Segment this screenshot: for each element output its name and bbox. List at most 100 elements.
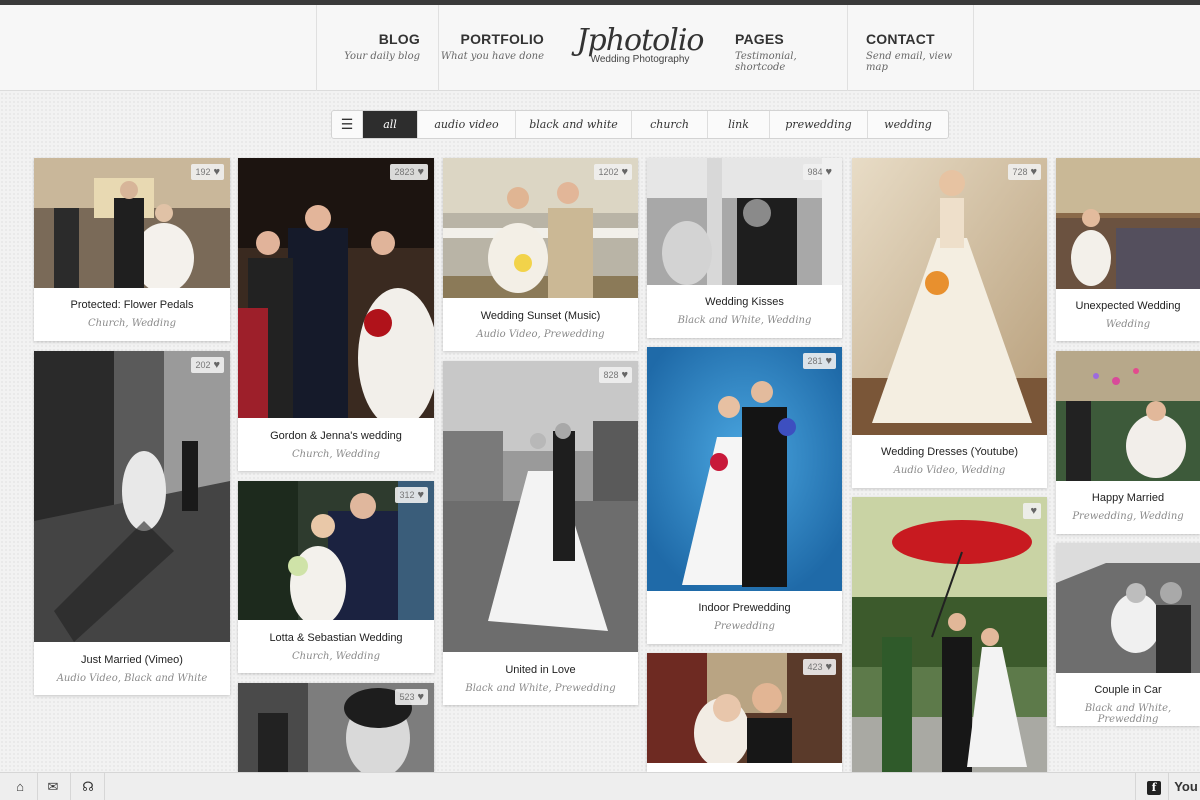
nav-portfolio-title: PORTFOLIO (460, 31, 544, 47)
nav-pages[interactable]: PAGES Testimonial, shortcode (717, 5, 847, 91)
card-title[interactable]: Indoor Prewedding (647, 602, 842, 614)
portfolio-card-bw-woman[interactable]: 523 ♥ (238, 683, 434, 772)
card-categories[interactable]: Audio Video, Wedding (852, 465, 1047, 476)
card-image[interactable] (1056, 351, 1200, 481)
card-caption: Wedding Sunset (Music) Audio Video, Prew… (443, 310, 638, 340)
card-title[interactable]: Wedding Kisses (647, 296, 842, 308)
card-categories[interactable]: Audio Video, Prewedding (443, 329, 638, 340)
card-image[interactable] (852, 158, 1047, 435)
facebook-glyph: f (1147, 781, 1161, 795)
filter-church[interactable]: church (632, 111, 708, 138)
portfolio-card-couple-in-car[interactable]: Couple in Car Black and White, Preweddin… (1056, 543, 1200, 726)
nav-contact[interactable]: CONTACT Send email, view map (847, 5, 974, 91)
filter-black-and-white[interactable]: black and white (516, 111, 632, 138)
card-title[interactable]: Lotta & Sebastian Wedding (238, 632, 434, 644)
like-count-value: 2823 (394, 167, 415, 177)
card-title[interactable]: Protected: Flower Pedals (34, 299, 230, 311)
filter-all[interactable]: all (363, 111, 418, 138)
portfolio-card-happy-married[interactable]: Happy Married Prewedding, Wedding (1056, 351, 1200, 534)
card-title[interactable]: Gordon & Jenna's wedding (238, 430, 434, 442)
card-title[interactable]: Couple in Car (1056, 684, 1200, 696)
card-categories[interactable]: Church, Wedding (238, 651, 434, 662)
like-count[interactable]: 1202 ♥ (594, 164, 632, 180)
card-title[interactable]: Happy Married (1056, 492, 1200, 504)
like-count[interactable]: 312 ♥ (395, 487, 428, 503)
filter-wedding[interactable]: wedding (868, 111, 948, 138)
card-image[interactable] (1056, 158, 1200, 289)
like-count[interactable]: 523 ♥ (395, 689, 428, 705)
card-caption: Just Married (Vimeo) Audio Video, Black … (34, 654, 230, 684)
site-logo[interactable]: Jphotolio Wedding Photography (560, 5, 720, 91)
card-categories[interactable]: Prewedding, Wedding (1056, 511, 1200, 522)
logo-name: Jphotolio (576, 23, 705, 58)
card-categories[interactable]: Audio Video, Black and White (34, 673, 230, 684)
heart-icon: ♥ (213, 359, 220, 371)
portfolio-card-indoor-prewedding[interactable]: 281 ♥ Indoor Prewedding Prewedding (647, 347, 842, 644)
card-image[interactable] (647, 347, 842, 591)
headphones-icon[interactable]: ☊ (74, 778, 102, 796)
card-image[interactable] (1056, 543, 1200, 673)
card-title[interactable]: Wedding Sunset (Music) (443, 310, 638, 322)
card-title[interactable]: Wedding Dresses (Youtube) (852, 446, 1047, 458)
like-count[interactable]: 423 ♥ (803, 659, 836, 675)
portfolio-card-couple-smile[interactable]: 423 ♥ (647, 653, 842, 772)
like-count[interactable]: 202 ♥ (191, 357, 224, 373)
nav-portfolio[interactable]: PORTFOLIO What you have done (438, 5, 562, 91)
portfolio-card-lotta-sebastian[interactable]: 312 ♥ Lotta & Sebastian Wedding Church, W… (238, 481, 434, 673)
portfolio-card-red-umbrella[interactable]: ♥ (852, 497, 1047, 772)
mail-icon[interactable]: ✉ (39, 778, 67, 796)
facebook-icon[interactable]: f (1140, 778, 1168, 796)
card-caption: Lotta & Sebastian Wedding Church, Weddin… (238, 632, 434, 662)
heart-icon: ♥ (621, 166, 628, 178)
nav-portfolio-subtitle: What you have done (440, 51, 544, 62)
card-caption: Couple in Car Black and White, Preweddin… (1056, 684, 1200, 725)
filter-audio-video[interactable]: audio video (418, 111, 516, 138)
like-count[interactable]: 281 ♥ (803, 353, 836, 369)
portfolio-card-wedding-dresses[interactable]: 728 ♥ Wedding Dresses (Youtube) Audio Vid… (852, 158, 1047, 488)
nav-contact-title: CONTACT (866, 31, 935, 47)
card-caption: Happy Married Prewedding, Wedding (1056, 492, 1200, 522)
card-title[interactable]: United in Love (443, 664, 638, 676)
like-count-value: 1202 (598, 167, 619, 177)
heart-icon: ♥ (825, 355, 832, 367)
nav-blog-subtitle: Your daily blog (344, 51, 420, 62)
filter-prewedding[interactable]: prewedding (770, 111, 868, 138)
portfolio-card-united-in-love[interactable]: 828 ♥ United in Love Black and White, Pre… (443, 361, 638, 705)
like-count[interactable]: ♥ (1023, 503, 1041, 519)
like-count[interactable]: 192 ♥ (191, 164, 224, 180)
card-categories[interactable]: Black and White, Prewedding (443, 683, 638, 694)
card-categories[interactable]: Black and White, Prewedding (1056, 703, 1200, 725)
portfolio-card-wedding-kisses[interactable]: 984 ♥ Wedding Kisses Black and White, Wed… (647, 158, 842, 338)
card-image[interactable] (852, 497, 1047, 772)
like-count[interactable]: 828 ♥ (599, 367, 632, 383)
card-categories[interactable]: Wedding (1056, 319, 1200, 330)
nav-blog-title: BLOG (378, 31, 420, 47)
like-count-value: 523 (399, 692, 415, 702)
portfolio-card-unexpected-wedding[interactable]: Unexpected Wedding Wedding (1056, 158, 1200, 341)
nav-blog[interactable]: BLOG Your daily blog (316, 5, 438, 91)
heart-icon: ♥ (825, 661, 832, 673)
portfolio-card-flower-pedals[interactable]: 192 ♥ Protected: Flower Pedals Church, We… (34, 158, 230, 341)
card-image[interactable] (34, 351, 230, 642)
nav-contact-subtitle: Send email, view map (866, 51, 953, 73)
heart-icon: ♥ (417, 489, 424, 501)
card-image[interactable] (443, 361, 638, 652)
like-count[interactable]: 2823 ♥ (390, 164, 428, 180)
portfolio-card-wedding-sunset[interactable]: 1202 ♥ Wedding Sunset (Music) Audio Video… (443, 158, 638, 351)
like-count[interactable]: 984 ♥ (803, 164, 836, 180)
card-image[interactable] (238, 158, 434, 418)
portfolio-card-gordon-jenna[interactable]: 2823 ♥ Gordon & Jenna's wedding Church, W… (238, 158, 434, 471)
menu-icon[interactable]: ☰ (332, 111, 363, 138)
like-count[interactable]: 728 ♥ (1008, 164, 1041, 180)
heart-icon: ♥ (213, 166, 220, 178)
card-categories[interactable]: Church, Wedding (238, 449, 434, 460)
filter-link[interactable]: link (708, 111, 770, 138)
card-categories[interactable]: Church, Wedding (34, 318, 230, 329)
card-title[interactable]: Unexpected Wedding (1056, 300, 1200, 312)
card-categories[interactable]: Black and White, Wedding (647, 315, 842, 326)
card-categories[interactable]: Prewedding (647, 621, 842, 632)
home-icon[interactable]: ⌂ (6, 778, 34, 796)
card-title[interactable]: Just Married (Vimeo) (34, 654, 230, 666)
portfolio-card-just-married[interactable]: 202 ♥ Just Married (Vimeo) Audio Video, B… (34, 351, 230, 695)
youtube-icon[interactable]: You (1172, 778, 1200, 796)
